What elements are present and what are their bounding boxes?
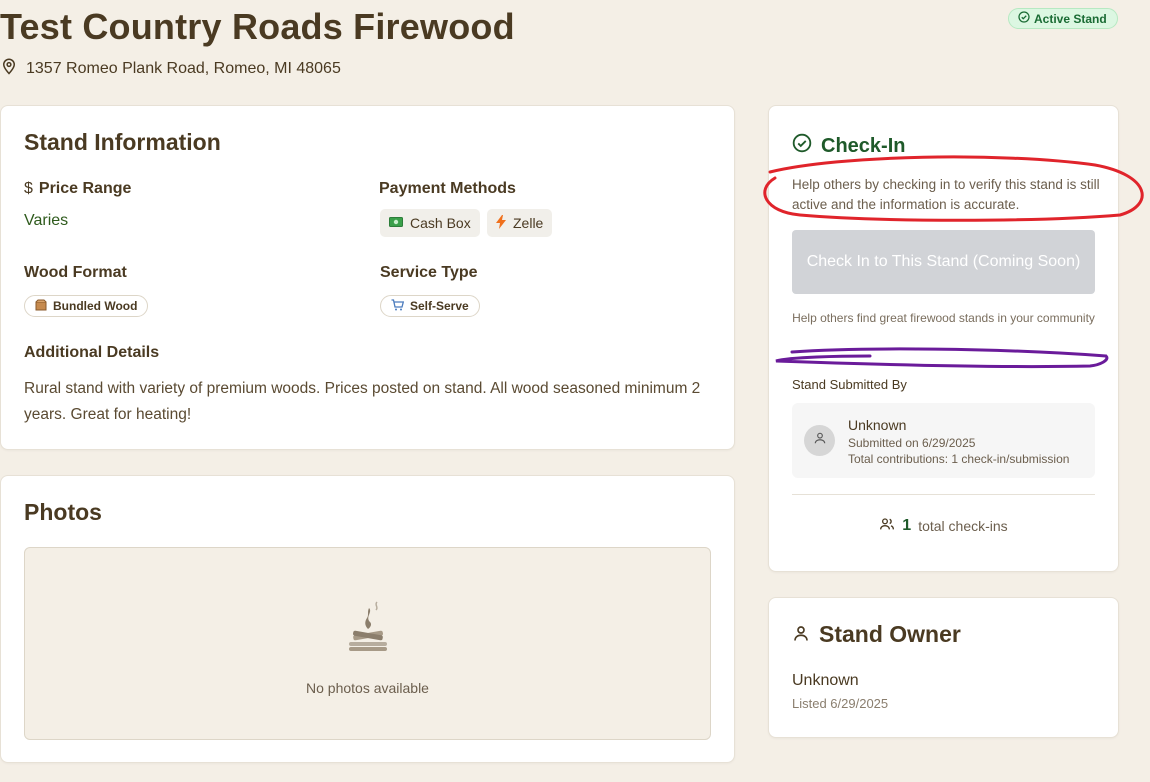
divider — [792, 494, 1095, 495]
payment-method-zelle: Zelle — [487, 209, 553, 237]
users-icon — [879, 516, 895, 535]
stand-information-card: Stand Information $ Price Range Varies P… — [0, 105, 735, 450]
no-photos-text: No photos available — [306, 680, 429, 696]
price-range-value: Varies — [24, 212, 69, 229]
total-checkins-row: 1 total check-ins — [769, 516, 1118, 535]
address-text: 1357 Romeo Plank Road, Romeo, MI 48065 — [26, 59, 341, 77]
cart-icon — [391, 298, 405, 314]
map-pin-icon — [0, 57, 18, 80]
check-in-heading: Check-In — [792, 133, 905, 159]
status-badge-label: Active Stand — [1034, 11, 1107, 26]
campfire-icon — [347, 600, 389, 657]
check-in-button[interactable]: Check In to This Stand (Coming Soon) — [792, 230, 1095, 294]
stand-owner-heading: Stand Owner — [792, 621, 961, 648]
price-range-label: $ Price Range — [24, 180, 131, 198]
money-icon — [389, 215, 403, 231]
user-icon — [792, 621, 810, 648]
payment-methods-label: Payment Methods — [379, 180, 516, 197]
wood-format-label: Wood Format — [24, 264, 127, 281]
check-in-community-text: Help others find great firewood stands i… — [792, 311, 1095, 325]
check-circle-icon — [792, 133, 812, 159]
stand-information-heading: Stand Information — [24, 129, 221, 155]
photos-heading: Photos — [24, 499, 102, 525]
photo-placeholder: No photos available — [24, 547, 711, 740]
service-type-tag: Self-Serve — [380, 295, 480, 317]
wood-format-value: Bundled Wood — [53, 299, 138, 313]
service-type-label: Service Type — [380, 264, 478, 281]
additional-details-label: Additional Details — [24, 344, 160, 361]
dollar-icon: $ — [24, 180, 33, 197]
submitted-by-label: Stand Submitted By — [792, 377, 907, 392]
payment-method-label: Cash Box — [410, 215, 471, 231]
owner-name: Unknown — [792, 672, 859, 689]
address-row: 1357 Romeo Plank Road, Romeo, MI 48065 — [0, 57, 341, 80]
additional-details-text: Rural stand with variety of premium wood… — [24, 380, 701, 423]
stand-detail-page: Test Country Roads Firewood 1357 Romeo P… — [0, 0, 1150, 782]
avatar — [804, 425, 835, 456]
payment-method-cash-box: Cash Box — [380, 209, 480, 237]
check-in-card: Check-In Help others by checking in to v… — [768, 105, 1119, 572]
owner-listed-date: Listed 6/29/2025 — [792, 696, 889, 711]
service-type-value: Self-Serve — [410, 299, 469, 313]
check-circle-icon — [1018, 11, 1030, 26]
total-checkins-label: total check-ins — [918, 517, 1008, 534]
payment-method-label: Zelle — [513, 215, 544, 231]
submitted-date: Submitted on 6/29/2025 — [848, 436, 976, 450]
user-icon — [813, 431, 827, 450]
total-contributions: Total contributions: 1 check-in/submissi… — [848, 452, 1070, 466]
wood-format-tag: Bundled Wood — [24, 295, 149, 317]
stand-owner-card: Stand Owner Unknown Listed 6/29/2025 — [768, 597, 1119, 738]
package-icon — [35, 299, 47, 314]
total-checkins-count: 1 — [902, 516, 912, 534]
photos-card: Photos No photos available — [0, 475, 735, 763]
check-in-heading-text: Check-In — [821, 134, 906, 157]
check-in-help-text: Help others by checking in to verify thi… — [792, 177, 1100, 212]
page-title: Test Country Roads Firewood — [0, 6, 515, 47]
status-badge: Active Stand — [1008, 8, 1118, 29]
stand-owner-heading-text: Stand Owner — [819, 621, 961, 647]
lightning-icon — [496, 214, 506, 232]
submitter-name: Unknown — [848, 417, 907, 433]
submitter-card: Unknown Submitted on 6/29/2025 Total con… — [792, 403, 1095, 478]
price-range-label-text: Price Range — [38, 180, 132, 197]
